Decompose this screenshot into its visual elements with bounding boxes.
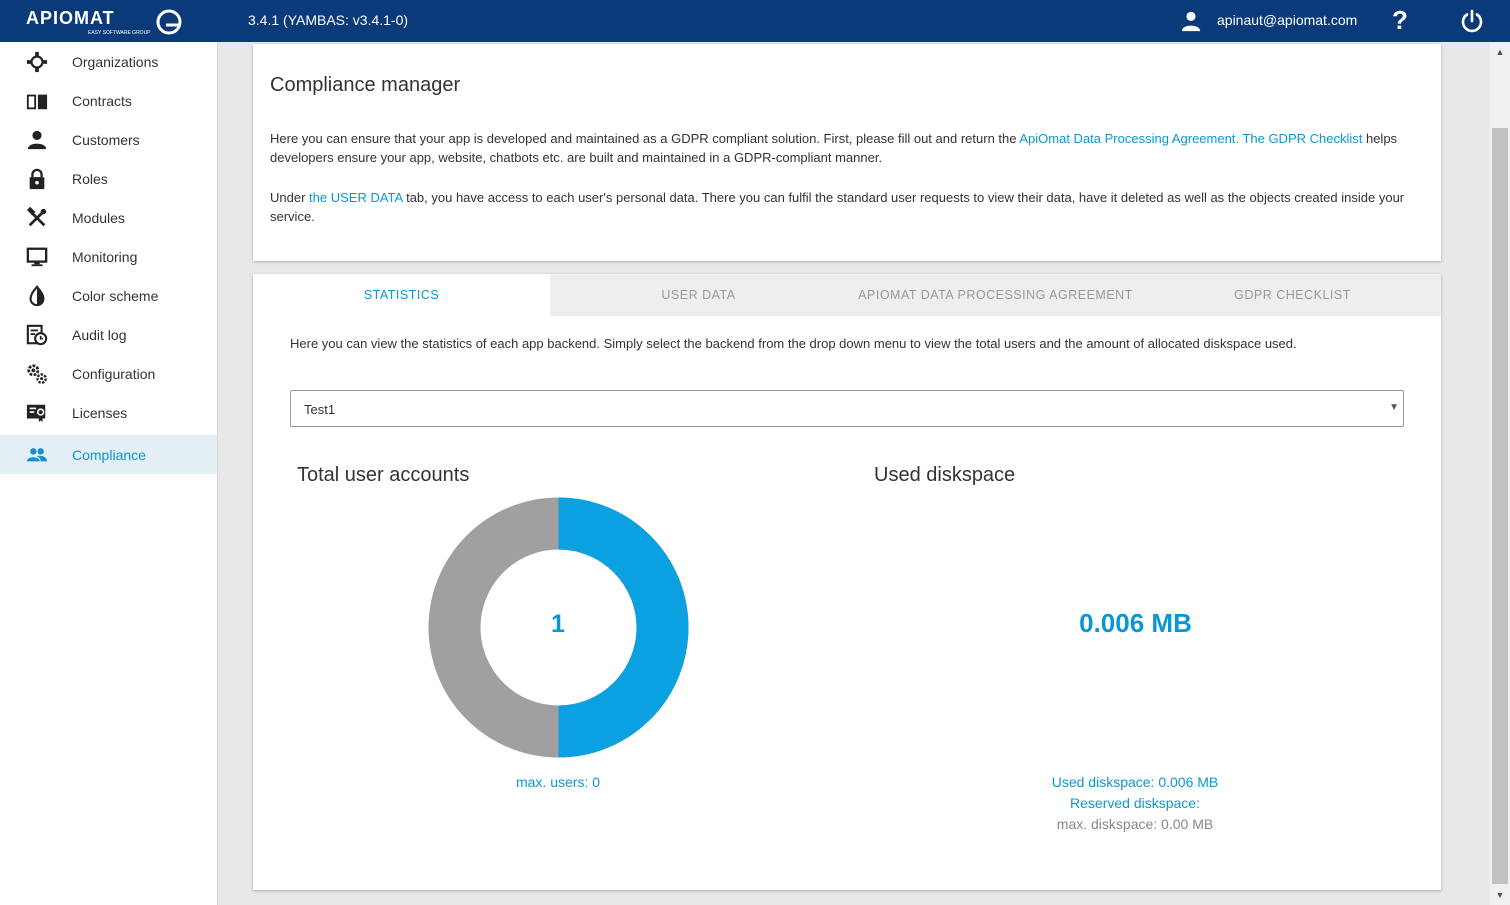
user-email[interactable]: apinaut@apiomat.com xyxy=(1217,12,1357,28)
intro-paragraph-1: Here you can ensure that your app is dev… xyxy=(270,129,1420,167)
tab-bar: STATISTICS USER DATA APIOMAT DATA PROCES… xyxy=(253,274,1441,316)
organizations-icon xyxy=(26,51,48,73)
sidebar-item-label: Color scheme xyxy=(72,288,159,304)
tab-statistics[interactable]: STATISTICS xyxy=(253,274,550,316)
intro-text: tab, you have access to each user's pers… xyxy=(270,190,1405,224)
sidebar-item-label: Compliance xyxy=(72,447,146,463)
sidebar-item-modules[interactable]: Modules xyxy=(0,198,217,237)
sidebar-item-roles[interactable]: Roles xyxy=(0,159,217,198)
sidebar-item-audit-log[interactable]: Audit log xyxy=(0,315,217,354)
sidebar-item-label: Organizations xyxy=(72,54,159,70)
tools-icon xyxy=(26,207,47,227)
backend-select[interactable]: Test1 ▼ xyxy=(290,390,1404,427)
sidebar-item-licenses[interactable]: Licenses xyxy=(0,393,217,432)
data-processing-agreement-link[interactable]: ApiOmat Data Processing Agreement xyxy=(1019,131,1235,146)
sidebar-item-label: Modules xyxy=(72,210,125,226)
intro-paragraph-2: Under the USER DATA tab, you have access… xyxy=(270,188,1420,226)
version-label: 3.4.1 (YAMBAS: v3.4.1-0) xyxy=(248,12,409,28)
used-diskspace-label: Used diskspace: 0.006 MB xyxy=(1051,774,1219,790)
sidebar-item-label: Audit log xyxy=(72,327,127,343)
backend-select-value: Test1 xyxy=(304,402,336,417)
audit-log-icon xyxy=(26,324,48,346)
sidebar-item-configuration[interactable]: Configuration xyxy=(0,354,217,393)
person-icon xyxy=(27,130,47,150)
statistics-description: Here you can view the statistics of each… xyxy=(290,336,1297,351)
sidebar-item-label: Contracts xyxy=(72,93,132,109)
sidebar-item-color-scheme[interactable]: Color scheme xyxy=(0,276,217,315)
people-icon xyxy=(26,448,48,462)
intro-card: Compliance manager Here you can ensure t… xyxy=(253,44,1441,261)
svg-text:APIOMAT: APIOMAT xyxy=(26,8,115,28)
tab-user-data[interactable]: USER DATA xyxy=(550,274,847,316)
used-diskspace-value: 0.006 MB xyxy=(1079,608,1192,638)
statistics-card: STATISTICS USER DATA APIOMAT DATA PROCES… xyxy=(253,274,1441,890)
user-icon[interactable] xyxy=(1180,10,1202,32)
power-icon[interactable] xyxy=(1460,9,1484,33)
intro-text: Here you can ensure that your app is dev… xyxy=(270,131,1020,146)
gdpr-checklist-link[interactable]: The GDPR Checklist xyxy=(1242,131,1362,146)
sidebar-item-label: Monitoring xyxy=(72,249,138,265)
sidebar-item-label: Roles xyxy=(72,171,108,187)
chevron-down-icon: ▼ xyxy=(1389,402,1399,413)
max-diskspace-label: max. diskspace: 0.00 MB xyxy=(1056,816,1214,832)
sidebar-item-organizations[interactable]: Organizations xyxy=(0,42,217,81)
sidebar-item-customers[interactable]: Customers xyxy=(0,120,217,159)
sidebar-item-monitoring[interactable]: Monitoring xyxy=(0,237,217,276)
sidebar-item-label: Customers xyxy=(72,132,140,148)
sidebar-item-label: Configuration xyxy=(72,366,156,382)
max-users-label: max. users: 0 xyxy=(515,774,601,790)
scrollbar-thumb[interactable] xyxy=(1492,128,1508,884)
sidebar: Organizations Contracts Customers Roles … xyxy=(0,42,218,905)
book-icon xyxy=(26,94,48,110)
sidebar-item-label: Licenses xyxy=(72,405,128,421)
license-icon xyxy=(26,404,46,423)
scroll-up-arrow-icon[interactable]: ▲ xyxy=(1490,42,1510,62)
intro-text: Under xyxy=(270,190,310,205)
apiomat-logo[interactable]: APIOMAT EASY SOFTWARE GROUP xyxy=(26,7,186,37)
svg-text:EASY SOFTWARE GROUP: EASY SOFTWARE GROUP xyxy=(88,30,151,36)
tab-data-processing-agreement[interactable]: APIOMAT DATA PROCESSING AGREEMENT xyxy=(847,274,1144,316)
tab-gdpr-checklist[interactable]: GDPR CHECKLIST xyxy=(1144,274,1441,316)
scroll-down-arrow-icon[interactable]: ▼ xyxy=(1490,885,1510,905)
contrast-icon xyxy=(29,285,45,307)
sidebar-item-compliance[interactable]: Compliance xyxy=(0,435,217,474)
reserved-diskspace-label: Reserved diskspace: xyxy=(1070,795,1200,811)
user-data-link[interactable]: the USER DATA xyxy=(309,190,402,205)
page-title: Compliance manager xyxy=(270,74,461,96)
lock-icon xyxy=(29,168,45,190)
total-users-title: Total user accounts xyxy=(297,464,470,486)
page-scrollbar[interactable]: ▲ ▼ xyxy=(1490,42,1510,905)
used-diskspace-title: Used diskspace xyxy=(874,464,1016,486)
total-users-count: 1 xyxy=(551,610,565,638)
sidebar-item-contracts[interactable]: Contracts xyxy=(0,81,217,120)
help-icon[interactable]: ? xyxy=(1390,5,1410,36)
top-bar: APIOMAT EASY SOFTWARE GROUP 3.4.1 (YAMBA… xyxy=(0,0,1510,42)
monitor-icon xyxy=(26,247,48,267)
gears-icon xyxy=(27,364,47,384)
